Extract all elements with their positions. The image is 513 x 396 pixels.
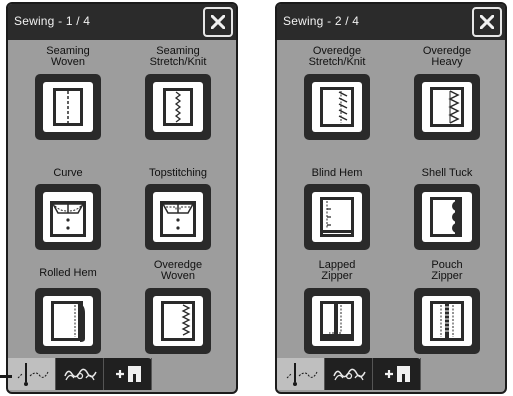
close-button[interactable] — [472, 7, 502, 37]
stitch-button[interactable] — [35, 184, 101, 250]
stitch-button[interactable] — [304, 74, 370, 140]
rolled-hem-icon — [43, 296, 93, 346]
stitch-label: Curve — [53, 167, 83, 179]
pouch-zipper-icon — [422, 296, 472, 346]
needle-stitch-icon — [17, 363, 49, 386]
stitch-label: Rolled Hem — [39, 267, 97, 279]
stitch-item-lapped-zipper[interactable]: Lapped Zipper — [289, 260, 385, 360]
overedge-woven-icon — [153, 296, 203, 346]
close-icon — [480, 15, 494, 29]
stitch-button[interactable] — [145, 74, 211, 140]
lapped-zipper-icon — [312, 296, 362, 346]
stitch-item-blind-hem[interactable]: Blind Hem — [289, 168, 385, 268]
stitch-label: Shell Tuck — [421, 167, 473, 179]
stretch-stitch-icon — [153, 82, 203, 132]
stitch-button[interactable] — [304, 288, 370, 354]
decorative-stitch-icon — [333, 368, 366, 381]
stitch-item-overedge-heavy[interactable]: Overedge Heavy — [399, 46, 495, 146]
blind-hem-icon — [312, 192, 362, 242]
stitch-button[interactable] — [414, 288, 480, 354]
collar-topstitch-icon — [153, 192, 203, 242]
stitch-button[interactable] — [145, 288, 211, 354]
stitch-button[interactable] — [414, 74, 480, 140]
stitch-item-overedge-stretch[interactable]: Overedge Stretch/Knit — [289, 46, 385, 146]
stitch-label: Woven — [50, 56, 86, 68]
stitch-item-topstitching[interactable]: Topstitching — [130, 168, 226, 268]
stitch-button[interactable] — [145, 184, 211, 250]
panel-header: Sewing - 1 / 4 — [8, 4, 236, 40]
stitch-item-pouch-zipper[interactable]: Pouch Zipper — [399, 260, 495, 360]
stitch-label: Zipper — [321, 270, 353, 282]
decorative-mode-tab[interactable] — [325, 358, 373, 390]
mode-tab-bar — [8, 358, 152, 390]
overedge-heavy-icon — [422, 82, 472, 132]
panel-header: Sewing - 2 / 4 — [277, 4, 505, 40]
stitch-button[interactable] — [304, 184, 370, 250]
close-icon — [211, 15, 225, 29]
stitch-item-rolled-hem[interactable]: Rolled Hem — [20, 260, 116, 360]
stitch-label: Heavy — [431, 56, 463, 68]
overedge-stretch-icon — [312, 82, 362, 132]
shell-tuck-icon — [422, 192, 472, 242]
close-button[interactable] — [203, 7, 233, 37]
stitch-button[interactable] — [35, 74, 101, 140]
stitch-menu-page-2: Sewing - 2 / 4 Overedge Stretch/Knit Ove… — [275, 2, 507, 394]
callout-pointer-line — [0, 375, 12, 378]
stitch-item-shell-tuck[interactable]: Shell Tuck — [399, 168, 495, 268]
stitch-label: Stretch/Knit — [308, 56, 366, 68]
stitch-item-seaming-stretch[interactable]: Seaming Stretch/Knit — [130, 46, 226, 146]
stitch-button[interactable] — [35, 288, 101, 354]
decorative-stitch-icon — [64, 368, 97, 381]
needle-stitch-icon — [286, 363, 318, 386]
add-foot-icon — [385, 366, 410, 382]
panel-title: Sewing - 1 / 4 — [14, 14, 91, 28]
stitch-menu-page-1: Sewing - 1 / 4 Seaming Woven Seaming Str… — [6, 2, 238, 394]
add-presser-foot-tab[interactable] — [373, 358, 421, 390]
stitch-label: Zipper — [431, 270, 463, 282]
stitch-item-seaming-woven[interactable]: Seaming Woven — [20, 46, 116, 146]
sewing-mode-tab[interactable] — [8, 358, 56, 390]
add-presser-foot-tab[interactable] — [104, 358, 152, 390]
add-foot-icon — [116, 366, 141, 382]
stitch-label: Stretch/Knit — [149, 56, 207, 68]
stitch-label: Blind Hem — [311, 167, 363, 179]
stitch-item-curve[interactable]: Curve — [20, 168, 116, 268]
stitch-label: Woven — [160, 270, 196, 282]
stitch-item-overedge-woven[interactable]: Overedge Woven — [130, 260, 226, 360]
panel-title: Sewing - 2 / 4 — [283, 14, 360, 28]
stitch-label: Topstitching — [148, 167, 208, 179]
stitch-button[interactable] — [414, 184, 480, 250]
mode-tab-bar — [277, 358, 421, 390]
collar-icon — [43, 192, 93, 242]
decorative-mode-tab[interactable] — [56, 358, 104, 390]
sewing-mode-tab[interactable] — [277, 358, 325, 390]
straight-stitch-icon — [43, 82, 93, 132]
